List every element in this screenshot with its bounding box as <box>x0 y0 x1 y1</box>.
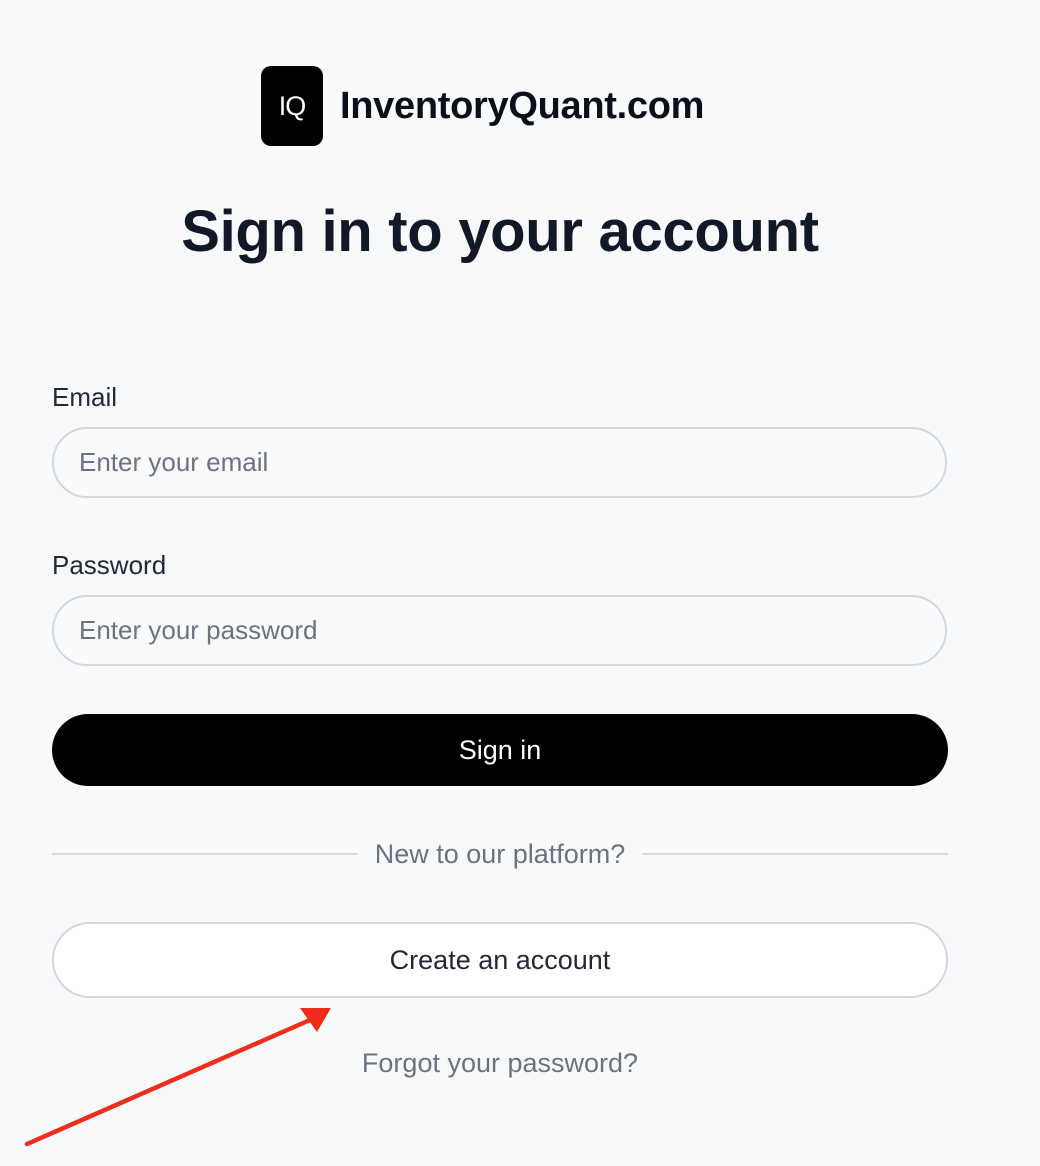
arrow-shaft <box>24 1017 313 1147</box>
create-account-button[interactable]: Create an account <box>52 922 948 998</box>
divider-line-right <box>642 853 949 855</box>
arrow-head <box>300 1008 331 1032</box>
email-label: Email <box>52 382 118 412</box>
logo-text: IQ <box>278 90 306 121</box>
page-title: Sign in to your account <box>181 199 819 264</box>
forgot-password-link[interactable]: Forgot your password? <box>0 1048 1000 1079</box>
logo-icon: IQ <box>261 66 323 146</box>
divider-line-left <box>52 853 358 855</box>
divider-text: New to our platform? <box>374 838 626 869</box>
email-input[interactable] <box>52 427 947 498</box>
brand: IQ InventoryQuant.com <box>261 66 704 146</box>
brand-name: InventoryQuant.com <box>340 84 705 127</box>
sign-in-button[interactable]: Sign in <box>52 714 948 786</box>
password-input[interactable] <box>52 595 947 666</box>
password-label: Password <box>52 550 167 580</box>
divider: New to our platform? <box>52 834 949 874</box>
